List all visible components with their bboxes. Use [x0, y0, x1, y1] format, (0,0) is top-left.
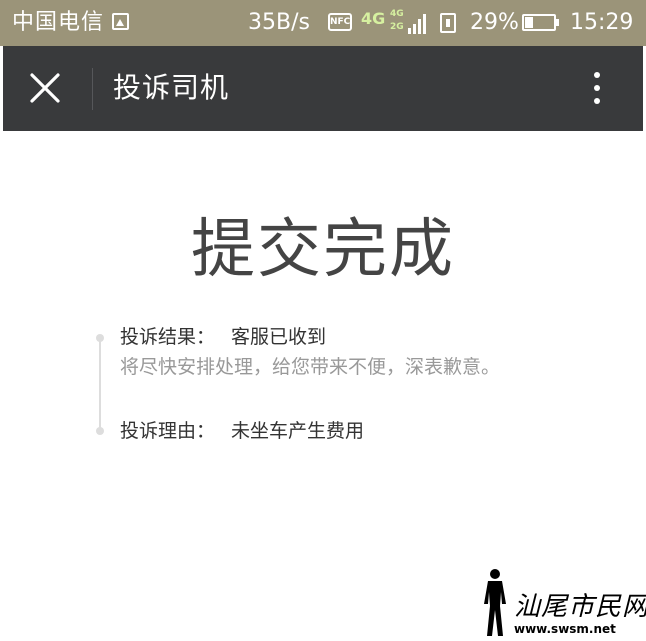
watermark-url: www.swsm.net [514, 622, 616, 636]
nav-bar: 投诉司机 [3, 46, 643, 131]
complaint-result-label: 投诉结果： [120, 326, 216, 348]
timeline-line [99, 338, 101, 433]
complaint-reason-row: 投诉理由： 未坐车产生费用 [120, 418, 364, 444]
network-type-stack: 4G 2G [390, 8, 404, 34]
more-vertical-icon-dot [594, 98, 600, 104]
network-type-stack-top: 4G [390, 9, 404, 19]
status-time: 15:29 [570, 10, 634, 35]
watermark-brand: 汕尾市民网 [514, 592, 646, 622]
timeline-dot [96, 427, 104, 435]
close-button[interactable] [23, 66, 67, 110]
network-speed: 35B/s [248, 10, 310, 35]
screen: 中国电信 35B/s NFC 4G 4G 2G 29% 15:29 投诉司机 提… [0, 0, 646, 641]
watermark: 汕尾市民网 www.swsm.net [478, 566, 646, 638]
complaint-result-value: 客服已收到 [231, 326, 327, 348]
timeline-dot [96, 334, 104, 342]
more-vertical-icon-dot [594, 85, 600, 91]
battery-fill [525, 17, 533, 28]
battery-icon [522, 14, 559, 31]
complaint-timeline: 投诉结果： 客服已收到 将尽快安排处理，给您带来不便，深表歉意。 投诉理由： 未坐车… [96, 326, 596, 460]
complaint-result-note: 将尽快安排处理，给您带来不便，深表歉意。 [120, 356, 501, 378]
complaint-reason-label: 投诉理由： [120, 420, 216, 442]
page-title: 投诉司机 [113, 71, 230, 104]
signal-bars-icon [408, 12, 428, 34]
battery-percent: 29% [470, 10, 519, 35]
nfc-icon: NFC [328, 13, 352, 31]
more-vertical-icon-dot [594, 72, 600, 78]
close-icon [30, 73, 60, 103]
network-type-4g: 4G [361, 9, 386, 28]
network-type-stack-bottom: 2G [390, 22, 404, 32]
image-icon [112, 13, 129, 30]
submit-complete-headline: 提交完成 [191, 213, 455, 287]
complaint-reason-value: 未坐车产生费用 [231, 420, 365, 442]
sim-card-icon [440, 13, 456, 33]
person-silhouette-icon [484, 569, 506, 636]
more-button[interactable] [575, 66, 619, 110]
carrier-name: 中国电信 [12, 10, 105, 35]
status-bar: 中国电信 35B/s NFC 4G 4G 2G 29% 15:29 [0, 0, 646, 46]
nav-divider [92, 68, 93, 110]
complaint-result-row: 投诉结果： 客服已收到 [120, 324, 326, 350]
